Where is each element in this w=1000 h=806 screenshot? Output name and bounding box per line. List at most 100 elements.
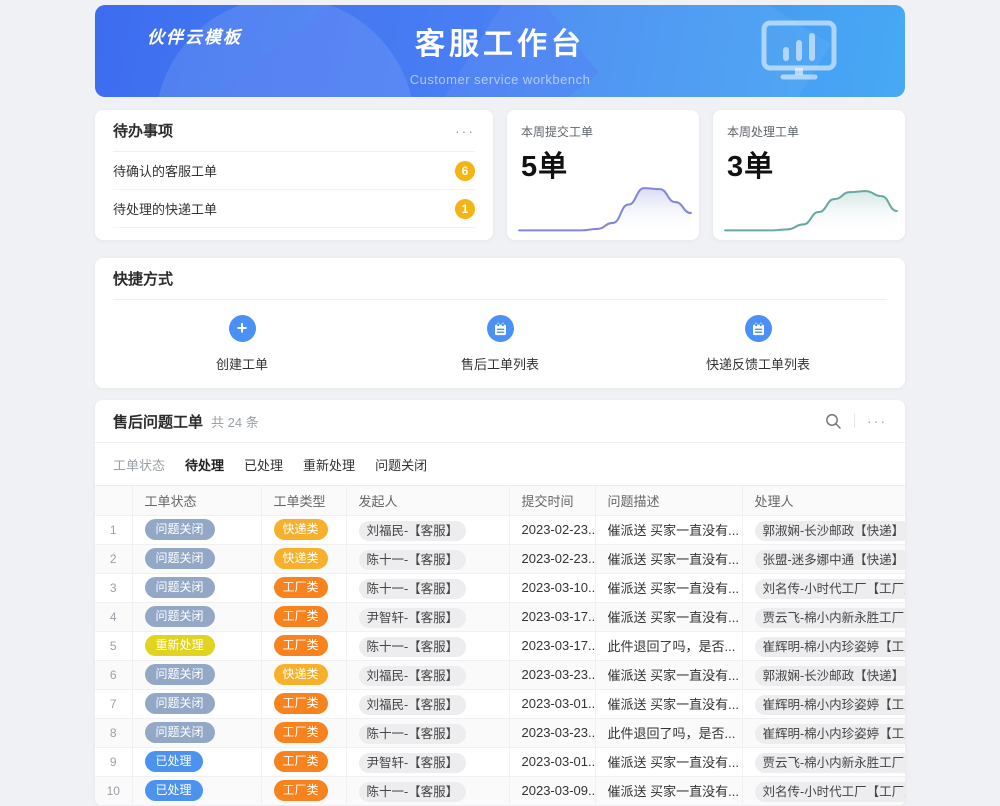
initiator-tag: 刘福民-【客服】 (359, 521, 467, 541)
ticket-table-body: 1 问题关闭 快递类 刘福民-【客服】 2023-02-23... 催派送 买家… (95, 515, 905, 805)
stat-card-processed: 本周处理工单 3单 (713, 110, 905, 240)
initiator-tag: 尹智轩-【客服】 (359, 753, 467, 773)
sparkline-chart (517, 177, 693, 235)
initiator-tag: 陈十一-【客服】 (359, 579, 467, 599)
stat-card-submitted: 本周提交工单 5单 (507, 110, 699, 240)
todo-count-badge: 1 (455, 199, 475, 219)
shortcut-label: 创建工单 (216, 354, 268, 373)
table-row[interactable]: 5 重新处理 工厂类 陈十一-【客服】 2023-03-17... 此件退回了吗… (95, 631, 905, 660)
type-badge: 工厂类 (274, 780, 328, 800)
page-content: 伙伴云模板 客服工作台 Customer service workbench 待 (95, 5, 905, 806)
handler-tag: 贾云飞-棉小内新永胜工厂【工厂】 (755, 608, 906, 628)
status-badge: 问题关闭 (145, 664, 215, 684)
initiator-tag: 陈十一-【客服】 (359, 550, 467, 570)
shortcut-button[interactable]: 快递反馈工单列表 (658, 315, 858, 373)
monitor-chart-icon (761, 20, 839, 87)
table-header-row: 工单状态工单类型发起人提交时间问题描述处理人 (95, 486, 905, 515)
table-row[interactable]: 10 已处理 工厂类 陈十一-【客服】 2023-03-09... 催派送 买家… (95, 776, 905, 805)
status-badge: 问题关闭 (145, 577, 215, 597)
divider (854, 414, 855, 428)
initiator-tag: 陈十一-【客服】 (359, 724, 467, 744)
table-row[interactable]: 6 问题关闭 快递类 刘福民-【客服】 2023-03-23... 催派送 买家… (95, 660, 905, 689)
table-row[interactable]: 7 问题关闭 工厂类 刘福民-【客服】 2023-03-01... 催派送 买家… (95, 689, 905, 718)
issue-description: 催派送 买家一直没有... (595, 515, 742, 544)
todo-list-item[interactable]: 待确认的客服工单 6 (113, 152, 475, 190)
submit-time: 2023-03-17... (509, 631, 595, 660)
column-header-index (95, 486, 132, 515)
more-icon[interactable]: ··· (455, 124, 475, 138)
table-row[interactable]: 2 问题关闭 快递类 陈十一-【客服】 2023-02-23... 催派送 买家… (95, 544, 905, 573)
initiator-tag: 刘福民-【客服】 (359, 666, 467, 686)
table-row[interactable]: 1 问题关闭 快递类 刘福民-【客服】 2023-02-23... 催派送 买家… (95, 515, 905, 544)
row-index: 2 (95, 544, 132, 573)
handler-tag: 贾云飞-棉小内新永胜工厂【工厂】 (755, 753, 906, 773)
type-badge: 工厂类 (274, 722, 328, 742)
shortcut-button[interactable]: 售后工单列表 (400, 315, 600, 373)
row-index: 7 (95, 689, 132, 718)
ticket-table: 工单状态工单类型发起人提交时间问题描述处理人 1 问题关闭 快递类 刘福民-【客… (95, 486, 905, 806)
initiator-tag: 陈十一-【客服】 (359, 782, 467, 802)
todo-list-item[interactable]: 待处理的快递工单 1 (113, 190, 475, 228)
status-badge: 已处理 (145, 780, 203, 800)
issue-description: 催派送 买家一直没有... (595, 747, 742, 776)
summary-row: 待办事项 ··· 待确认的客服工单 6 待处理的快递工单 1 本周提交工单 5单… (95, 110, 905, 240)
ticket-list-icon (752, 322, 765, 336)
type-badge: 工厂类 (274, 606, 328, 626)
issue-description: 此件退回了吗，是否... (595, 718, 742, 747)
type-badge: 快递类 (274, 548, 328, 568)
row-index: 4 (95, 602, 132, 631)
stat-label: 本周处理工单 (727, 123, 891, 140)
column-header: 提交时间 (509, 486, 595, 515)
row-index: 6 (95, 660, 132, 689)
status-badge: 问题关闭 (145, 606, 215, 626)
worksheet-title: 售后问题工单 (113, 411, 203, 432)
column-header: 处理人 (742, 486, 905, 515)
filter-option[interactable]: 问题关闭 (375, 455, 427, 474)
handler-tag: 刘名传-小时代工厂【工厂】 (755, 782, 906, 802)
submit-time: 2023-03-01... (509, 747, 595, 776)
todo-item-label: 待处理的快递工单 (113, 199, 217, 218)
shortcut-button[interactable]: + 创建工单 (142, 315, 342, 373)
todo-count-badge: 6 (455, 161, 475, 181)
status-badge: 已处理 (145, 751, 203, 771)
table-row[interactable]: 4 问题关闭 工厂类 尹智轩-【客服】 2023-03-17... 催派送 买家… (95, 602, 905, 631)
worksheet-card: 售后问题工单 共 24 条 ··· 工单状态 待处理已处理重新处理问题关闭 (95, 400, 905, 806)
handler-tag: 刘名传-小时代工厂【工厂】 (755, 579, 906, 599)
type-badge: 工厂类 (274, 751, 328, 771)
shortcut-label: 快递反馈工单列表 (706, 354, 810, 373)
type-badge: 工厂类 (274, 693, 328, 713)
filter-label: 工单状态 (113, 455, 165, 474)
initiator-tag: 尹智轩-【客服】 (359, 608, 467, 628)
filter-option[interactable]: 重新处理 (303, 455, 355, 474)
issue-description: 催派送 买家一直没有... (595, 602, 742, 631)
search-icon[interactable] (825, 413, 842, 430)
table-row[interactable]: 3 问题关闭 工厂类 陈十一-【客服】 2023-03-10... 催派送 买家… (95, 573, 905, 602)
submit-time: 2023-03-10... (509, 573, 595, 602)
initiator-tag: 陈十一-【客服】 (359, 637, 467, 657)
row-index: 9 (95, 747, 132, 776)
filter-option[interactable]: 待处理 (185, 455, 224, 474)
handler-tag: 郭淑娴-长沙邮政【快递】 (755, 521, 906, 541)
status-badge: 问题关闭 (145, 722, 215, 742)
status-badge: 问题关闭 (145, 693, 215, 713)
shortcuts-card: 快捷方式 + 创建工单 售后工单列表 (95, 258, 905, 388)
shortcuts-title: 快捷方式 (113, 268, 173, 289)
issue-description: 催派送 买家一直没有... (595, 573, 742, 602)
submit-time: 2023-03-23... (509, 660, 595, 689)
header-banner: 伙伴云模板 客服工作台 Customer service workbench (95, 5, 905, 97)
worksheet-header: 售后问题工单 共 24 条 ··· (95, 400, 905, 443)
plus-icon: + (237, 319, 248, 337)
filter-options: 待处理 已处理 重新处理 问题关闭 (185, 455, 427, 474)
status-badge: 问题关闭 (145, 519, 215, 539)
more-icon[interactable]: ··· (867, 414, 887, 428)
row-index: 3 (95, 573, 132, 602)
todo-card-header: 待办事项 ··· (113, 110, 475, 152)
table-row[interactable]: 8 问题关闭 工厂类 陈十一-【客服】 2023-03-23... 此件退回了吗… (95, 718, 905, 747)
row-index: 8 (95, 718, 132, 747)
submit-time: 2023-03-17... (509, 602, 595, 631)
type-badge: 快递类 (274, 519, 328, 539)
table-row[interactable]: 9 已处理 工厂类 尹智轩-【客服】 2023-03-01... 催派送 买家一… (95, 747, 905, 776)
row-index: 1 (95, 515, 132, 544)
status-filter-row: 工单状态 待处理 已处理 重新处理 问题关闭 (95, 443, 905, 486)
filter-option[interactable]: 已处理 (244, 455, 283, 474)
